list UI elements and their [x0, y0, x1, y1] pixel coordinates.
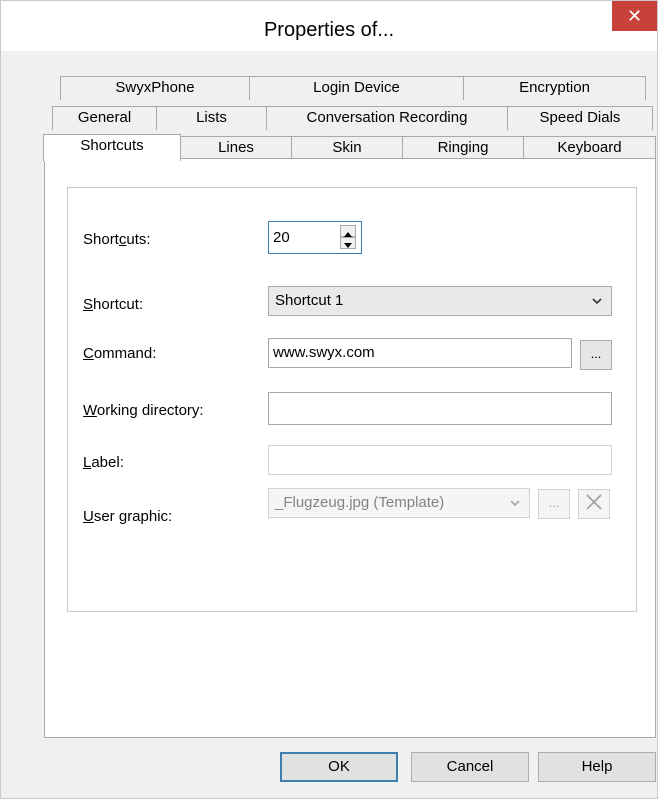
tab-conversation-recording[interactable]: Conversation Recording — [266, 106, 508, 130]
close-button[interactable]: ✕ — [612, 1, 657, 31]
spin-up-button[interactable] — [340, 225, 356, 237]
close-icon: ✕ — [626, 6, 643, 26]
delete-x-icon — [586, 494, 602, 510]
user-graphic-select[interactable]: _Flugzeug.jpg (Template) — [268, 488, 530, 518]
tab-lists[interactable]: Lists — [156, 106, 267, 130]
help-button[interactable]: Help — [538, 752, 656, 782]
tab-login-device[interactable]: Login Device — [249, 76, 464, 100]
user-graphic-label: User graphic: — [83, 508, 173, 525]
tab-skin[interactable]: Skin — [291, 136, 403, 160]
user-graphic-value: _Flugzeug.jpg (Template) — [275, 494, 445, 511]
command-label: Command: — [83, 345, 157, 362]
user-graphic-browse-button[interactable]: ... — [538, 489, 570, 519]
cancel-button[interactable]: Cancel — [411, 752, 529, 782]
user-graphic-delete-button[interactable] — [578, 489, 610, 519]
command-input[interactable]: www.swyx.com — [268, 338, 572, 368]
tab-shortcuts[interactable]: Shortcuts — [43, 134, 181, 161]
title-bar: Properties of... ✕ — [1, 1, 657, 51]
command-browse-button[interactable]: ... — [580, 340, 612, 370]
tab-encryption[interactable]: Encryption — [463, 76, 646, 100]
tab-general[interactable]: General — [52, 106, 157, 130]
triangle-down-icon — [344, 243, 352, 248]
shortcut-select[interactable]: Shortcut 1 — [268, 286, 612, 316]
shortcut-label: Shortcut: — [83, 296, 144, 313]
label-label: Label: — [83, 454, 124, 471]
chevron-down-icon — [509, 489, 521, 527]
tab-speed-dials[interactable]: Speed Dials — [507, 106, 653, 130]
command-input-value: www.swyx.com — [273, 344, 375, 361]
window-title: Properties of... — [263, 19, 395, 41]
tab-keyboard[interactable]: Keyboard — [523, 136, 656, 160]
working-directory-label: Working directory: — [83, 402, 204, 419]
shortcuts-count-value: 20 — [273, 229, 290, 246]
spin-down-button[interactable] — [340, 237, 356, 249]
tab-ringing[interactable]: Ringing — [402, 136, 524, 160]
chevron-down-icon — [591, 287, 603, 325]
tab-lines[interactable]: Lines — [180, 136, 292, 160]
label-input[interactable] — [268, 445, 612, 475]
shortcut-select-value: Shortcut 1 — [275, 292, 344, 309]
tab-swyxphone[interactable]: SwyxPhone — [60, 76, 250, 100]
shortcuts-count-label: Shortcuts: — [83, 231, 151, 248]
ok-button[interactable]: OK — [280, 752, 398, 782]
working-directory-input[interactable] — [268, 392, 612, 425]
